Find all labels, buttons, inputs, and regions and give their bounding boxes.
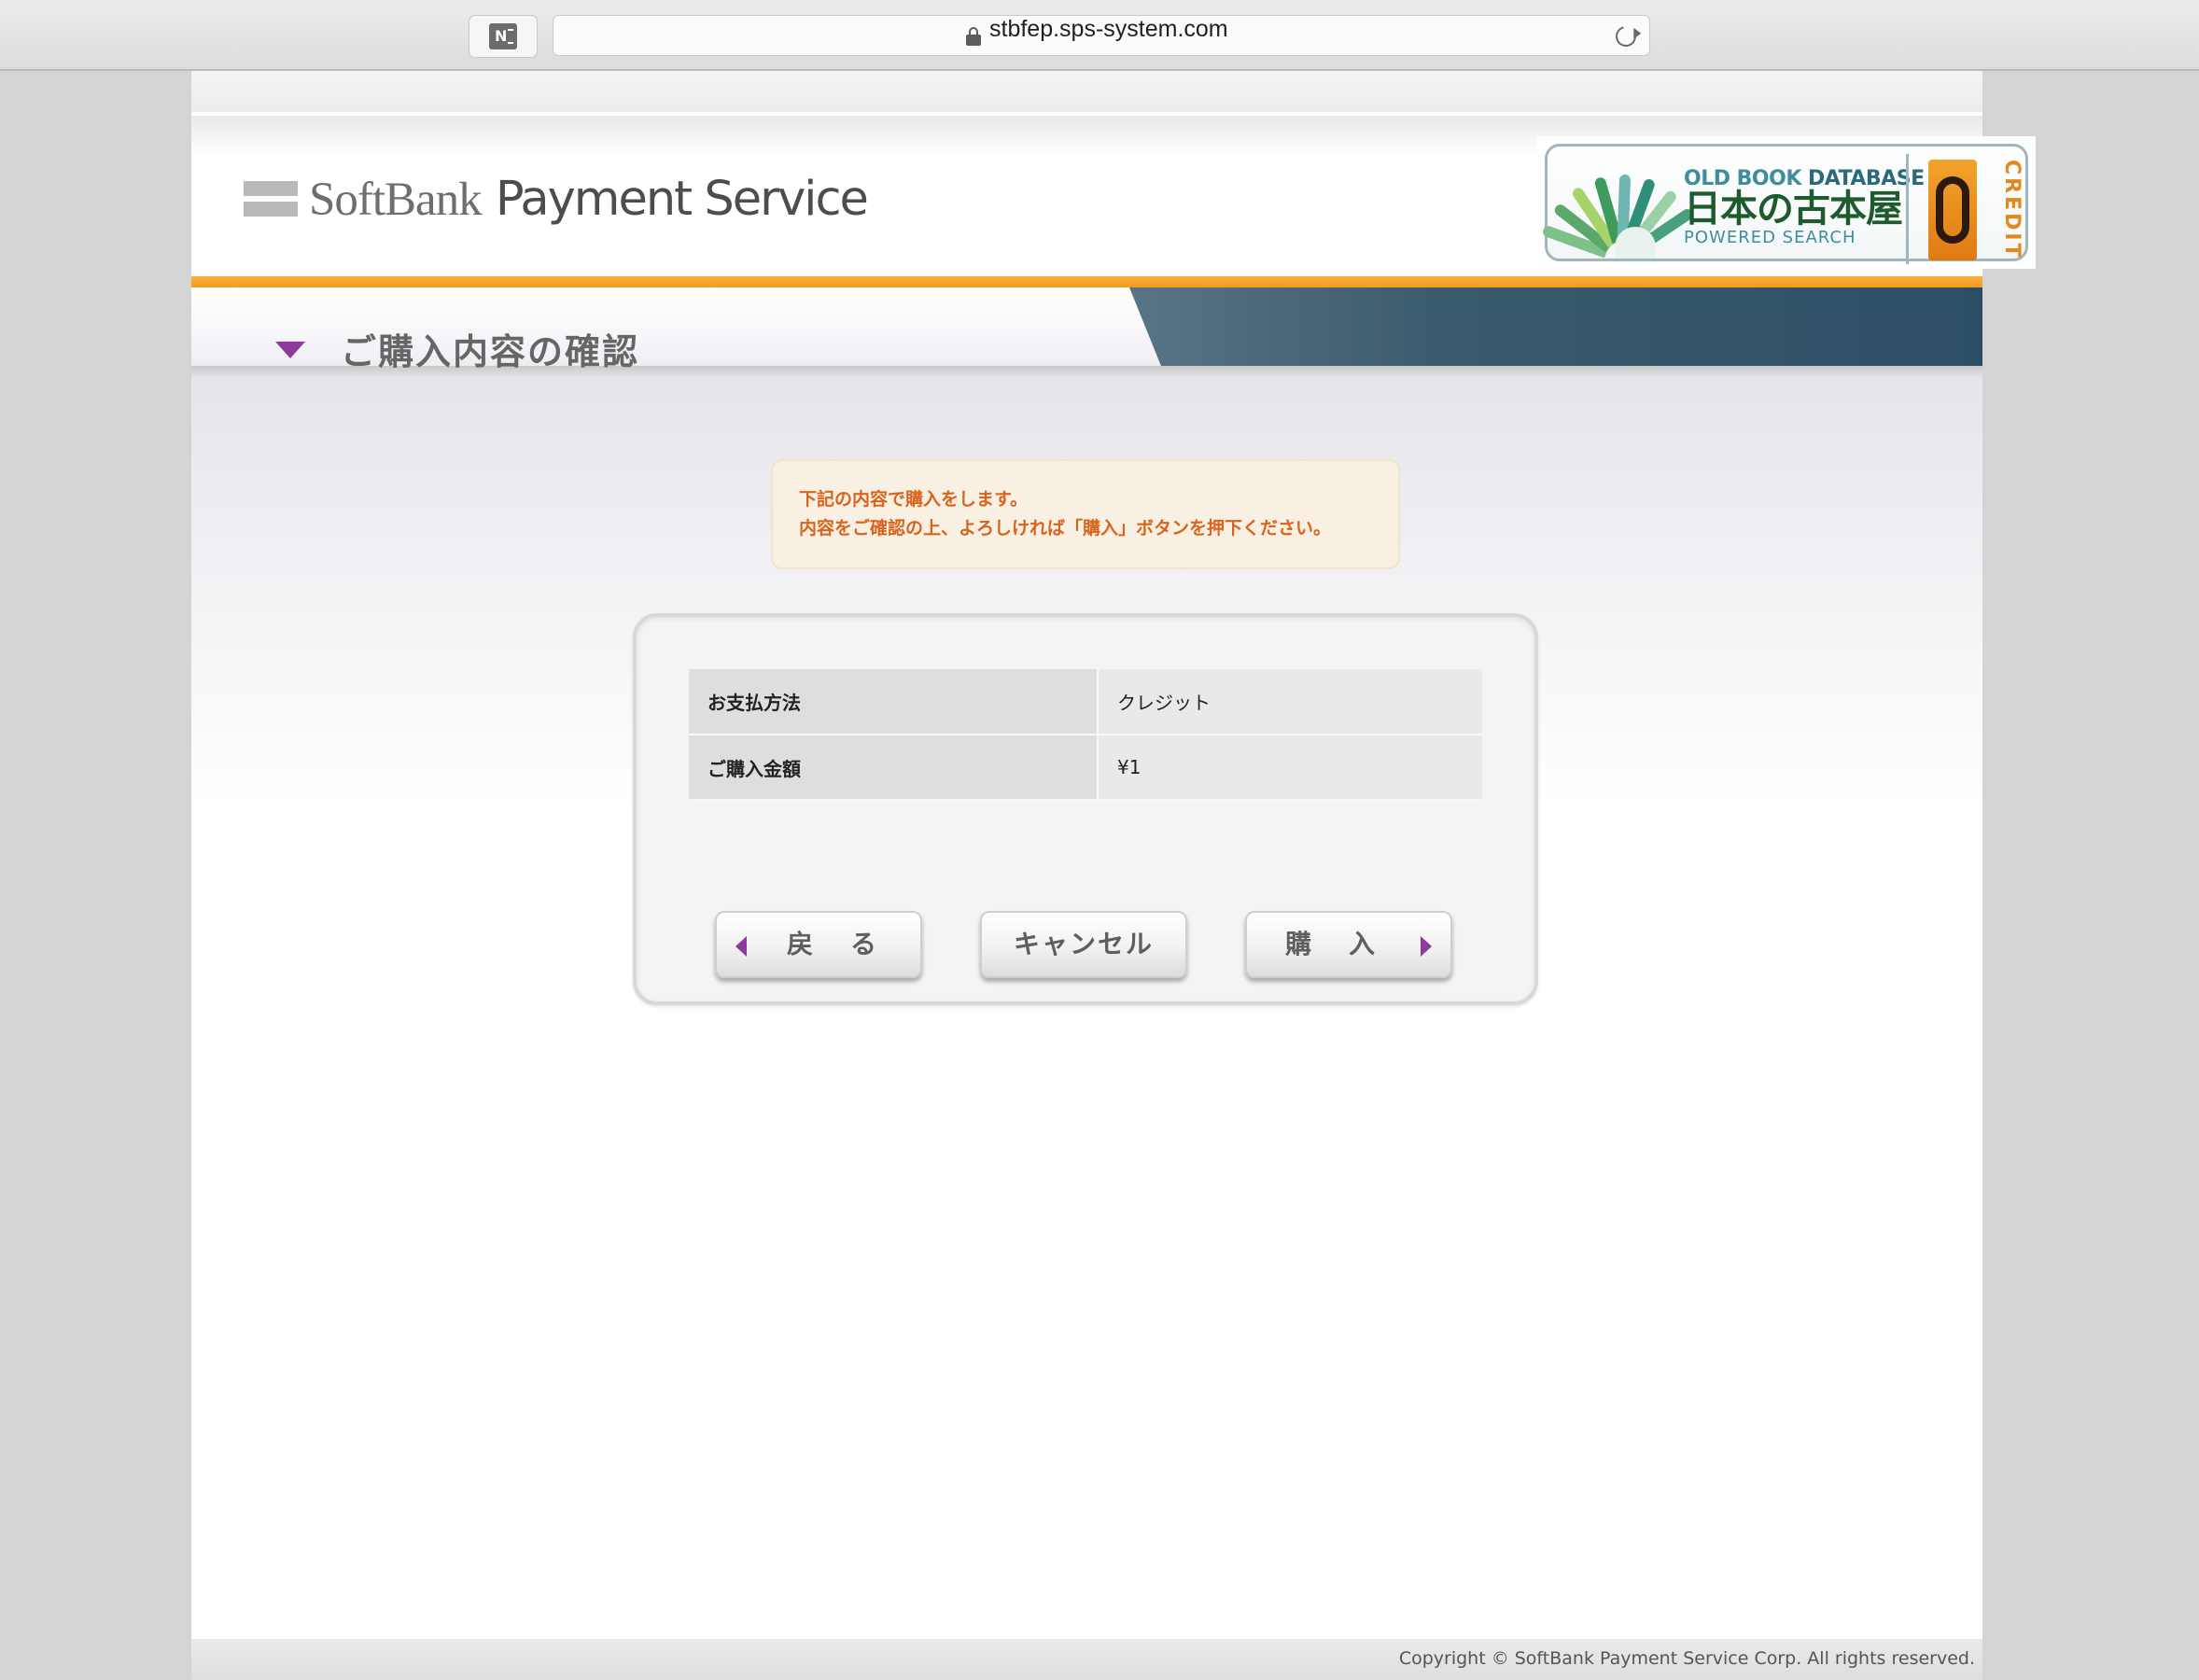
purchase-amount-label: ご購入金額: [689, 735, 1099, 801]
notice-box: 下記の内容で購入をします。 内容をご確認の上、よろしければ「購入」ボタンを押下く…: [771, 459, 1400, 569]
credit-badge-text: CREDIT: [2000, 160, 2024, 260]
book-fan-icon: [1541, 165, 1695, 259]
cancel-button[interactable]: キャンセル: [980, 911, 1187, 978]
title-arrow-icon: [275, 342, 305, 358]
left-arrow-icon: [735, 936, 747, 957]
softbank-bars-icon: [244, 181, 298, 218]
copyright-text: Copyright © SoftBank Payment Service Cor…: [1398, 1648, 1975, 1669]
table-row: ご購入金額 ¥1: [689, 735, 1482, 801]
page-title: ご購入内容の確認: [341, 331, 640, 372]
brand-light: SoftBank: [309, 174, 483, 226]
address-url: stbfep.sps-system.com: [989, 16, 1228, 42]
store-logo-line3: POWERED SEARCH: [1684, 228, 1856, 247]
purchase-button-label: 購 入: [1284, 929, 1380, 959]
address-bar[interactable]: stbfep.sps-system.com: [553, 15, 1650, 56]
purchase-details-table: お支払方法 クレジット ご購入金額 ¥1: [689, 669, 1482, 801]
store-logo: OLD BOOK DATABASE 日本の古本屋 POWERED SEARCH …: [1537, 136, 2036, 269]
payment-method-label: お支払方法: [689, 669, 1099, 735]
notice-line-1: 下記の内容で購入をします。: [799, 489, 1029, 510]
orange-divider: [191, 276, 1982, 287]
table-row: お支払方法 クレジット: [689, 669, 1482, 735]
onenote-extension-button[interactable]: N: [469, 15, 538, 58]
back-button-label: 戻 る: [786, 929, 882, 959]
notice-line-2: 内容をご確認の上、よろしければ「購入」ボタンを押下ください。: [799, 518, 1332, 539]
footer: Copyright © SoftBank Payment Service Cor…: [191, 1639, 1982, 1680]
cancel-button-label: キャンセル: [1013, 929, 1154, 959]
right-arrow-icon: [1421, 936, 1432, 957]
purchase-amount-value: ¥1: [1098, 735, 1482, 801]
store-logo-name: 日本の古本屋: [1684, 188, 1903, 231]
lock-icon: [966, 27, 981, 46]
purchase-button[interactable]: 購 入: [1245, 911, 1452, 978]
browser-toolbar: N stbfep.sps-system.com: [0, 0, 2199, 71]
top-strip: [191, 71, 1982, 116]
credit-card-icon: [1928, 160, 1977, 260]
onenote-icon: N: [489, 23, 517, 49]
payment-method-value: クレジット: [1098, 669, 1482, 735]
reload-icon[interactable]: [1611, 21, 1641, 51]
brand-bold: Payment Service: [495, 172, 869, 227]
confirmation-panel: お支払方法 クレジット ご購入金額 ¥1 戻 る キャンセル 購 入: [633, 613, 1538, 1005]
back-button[interactable]: 戻 る: [715, 911, 922, 978]
payment-page: SoftBank Payment Service ご購入内容の確認 下記の内容で…: [191, 71, 1982, 1680]
